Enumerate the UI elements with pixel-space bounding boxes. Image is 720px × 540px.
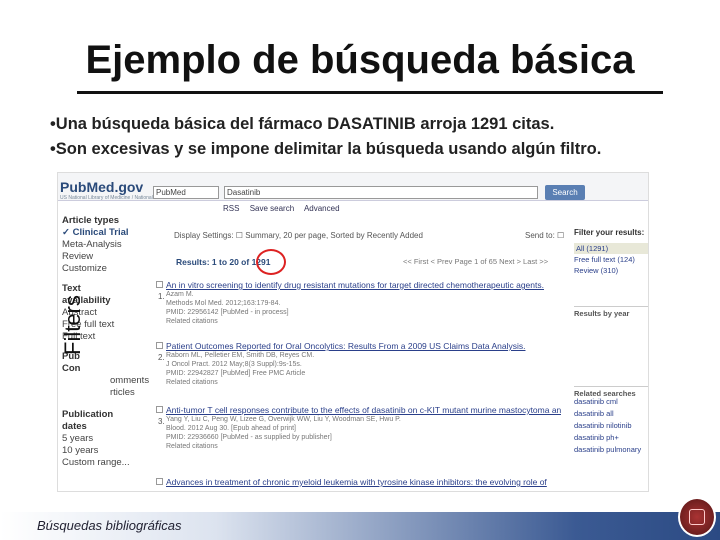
related-search-link[interactable]: dasatinib pulmonary — [574, 444, 648, 456]
publication-dates-heading: Publication — [62, 409, 114, 420]
related-search-link[interactable]: dasatinib all — [574, 408, 648, 420]
filter-free-full-text-right[interactable]: Free full text (124) — [574, 254, 648, 265]
results-by-year-heading[interactable]: Results by year — [574, 306, 648, 318]
related-citations-link[interactable]: Related citations — [166, 442, 561, 451]
result-pmid: PMID: 22942827 [PubMed] Free PMC Article — [166, 370, 306, 377]
filter-clinical-trial[interactable]: ✓ Clinical Trial — [62, 227, 129, 238]
result-number: 3. — [158, 417, 165, 426]
result-title[interactable]: Anti-tumor T cell responses contribute t… — [166, 405, 561, 415]
custom-range-link[interactable]: Custom range... — [62, 457, 130, 468]
result-title[interactable]: Advances in treatment of chronic myeloid… — [166, 477, 561, 487]
result-number: 2. — [158, 353, 165, 362]
filter-review-right[interactable]: Review (310) — [574, 265, 648, 276]
filter-all[interactable]: All (1291) — [574, 243, 648, 254]
save-search-link[interactable]: Save search — [250, 204, 294, 213]
filter-10-years[interactable]: 10 years — [62, 445, 98, 456]
customize-link[interactable]: Customize — [62, 263, 107, 274]
filter-5-years[interactable]: 5 years — [62, 433, 93, 444]
search-button[interactable]: Search — [545, 185, 585, 200]
result-pmid: PMID: 22956142 [PubMed - in process] — [166, 309, 289, 316]
search-input[interactable]: Dasatinib — [224, 186, 538, 199]
filter-meta-analysis[interactable]: Meta-Analysis — [62, 239, 122, 250]
result-authors: Azam M. — [166, 291, 194, 298]
pubmed-header: PubMed.gov US National Library of Medici… — [58, 173, 648, 201]
result-item: 2. Patient Outcomes Reported for Oral On… — [156, 341, 561, 387]
related-search-link[interactable]: dasatinib nilotinib — [574, 420, 648, 432]
article-types-heading: Article types — [62, 215, 120, 226]
filter-review[interactable]: Review — [62, 251, 93, 262]
display-settings[interactable]: Display Settings: ☐ Summary, 20 per page… — [174, 231, 423, 240]
slide-title: Ejemplo de búsqueda básica — [85, 38, 635, 82]
result-authors: Yang Y, Liu C, Peng W, Lizee G, Overwijk… — [166, 416, 401, 423]
pubmed-screenshot: PubMed.gov US National Library of Medici… — [57, 172, 649, 492]
result-journal: Methods Mol Med. 2012;163:179-84. — [166, 300, 281, 307]
database-select[interactable]: PubMed — [153, 186, 219, 199]
related-citations-link[interactable]: Related citations — [166, 378, 561, 387]
text-availability-heading: Text — [62, 283, 81, 294]
advanced-link[interactable]: Advanced — [304, 204, 340, 213]
result-journal: J Oncol Pract. 2012 May;8(3 Suppl):9s-15… — [166, 361, 302, 368]
result-checkbox[interactable] — [156, 342, 163, 349]
related-searches-heading: Related searches — [574, 386, 648, 398]
result-checkbox[interactable] — [156, 478, 163, 485]
con-fragment: Con — [62, 363, 81, 374]
result-journal: Blood. 2012 Aug 30. [Epub ahead of print… — [166, 425, 296, 432]
result-checkbox[interactable] — [156, 406, 163, 413]
result-item: Advances in treatment of chronic myeloid… — [156, 477, 561, 487]
university-seal-icon — [678, 497, 716, 537]
rss-link[interactable]: RSS — [223, 204, 239, 213]
send-to-menu[interactable]: Send to: ☐ — [525, 231, 564, 240]
pagination[interactable]: << First < Prev Page 1 of 65 Next > Last… — [403, 257, 548, 266]
result-title[interactable]: Patient Outcomes Reported for Oral Oncol… — [166, 341, 561, 351]
comments-fragment[interactable]: omments — [110, 375, 149, 386]
publication-dates-heading-2: dates — [62, 421, 87, 432]
related-search-link[interactable]: dasatinib ph+ — [574, 432, 648, 444]
related-search-link[interactable]: dasatinib cml — [574, 396, 648, 408]
pubmed-logo[interactable]: PubMed.gov — [60, 179, 143, 195]
seal-emblem — [689, 509, 705, 525]
result-number: 1. — [158, 292, 165, 301]
title-underline — [77, 91, 663, 94]
result-pmid: PMID: 22936660 [PubMed - as supplied by … — [166, 434, 332, 441]
highlight-circle — [256, 249, 286, 275]
related-citations-link[interactable]: Related citations — [166, 317, 561, 326]
result-title[interactable]: An in vitro screening to identify drug r… — [166, 280, 561, 290]
result-item: 1. An in vitro screening to identify dru… — [156, 280, 561, 326]
search-sublinks: RSS Save search Advanced — [223, 204, 348, 213]
footer-text: Búsquedas bibliográficas — [37, 518, 182, 533]
articles-fragment[interactable]: rticles — [110, 387, 135, 398]
right-column: Filter your results: All (1291) Free ful… — [574, 228, 648, 456]
filters-annotation: Filters — [60, 295, 85, 355]
filter-results-heading: Filter your results: — [574, 228, 645, 237]
result-checkbox[interactable] — [156, 281, 163, 288]
result-authors: Raborn ML, Pelletier EM, Smith DB, Reyes… — [166, 352, 315, 359]
result-item: 3. Anti-tumor T cell responses contribut… — [156, 405, 561, 451]
bullet-1: •Una búsqueda básica del fármaco DASATIN… — [50, 115, 555, 133]
bullet-list: •Una búsqueda básica del fármaco DASATIN… — [50, 112, 601, 162]
bullet-2: •Son excesivas y se impone delimitar la … — [50, 140, 602, 158]
